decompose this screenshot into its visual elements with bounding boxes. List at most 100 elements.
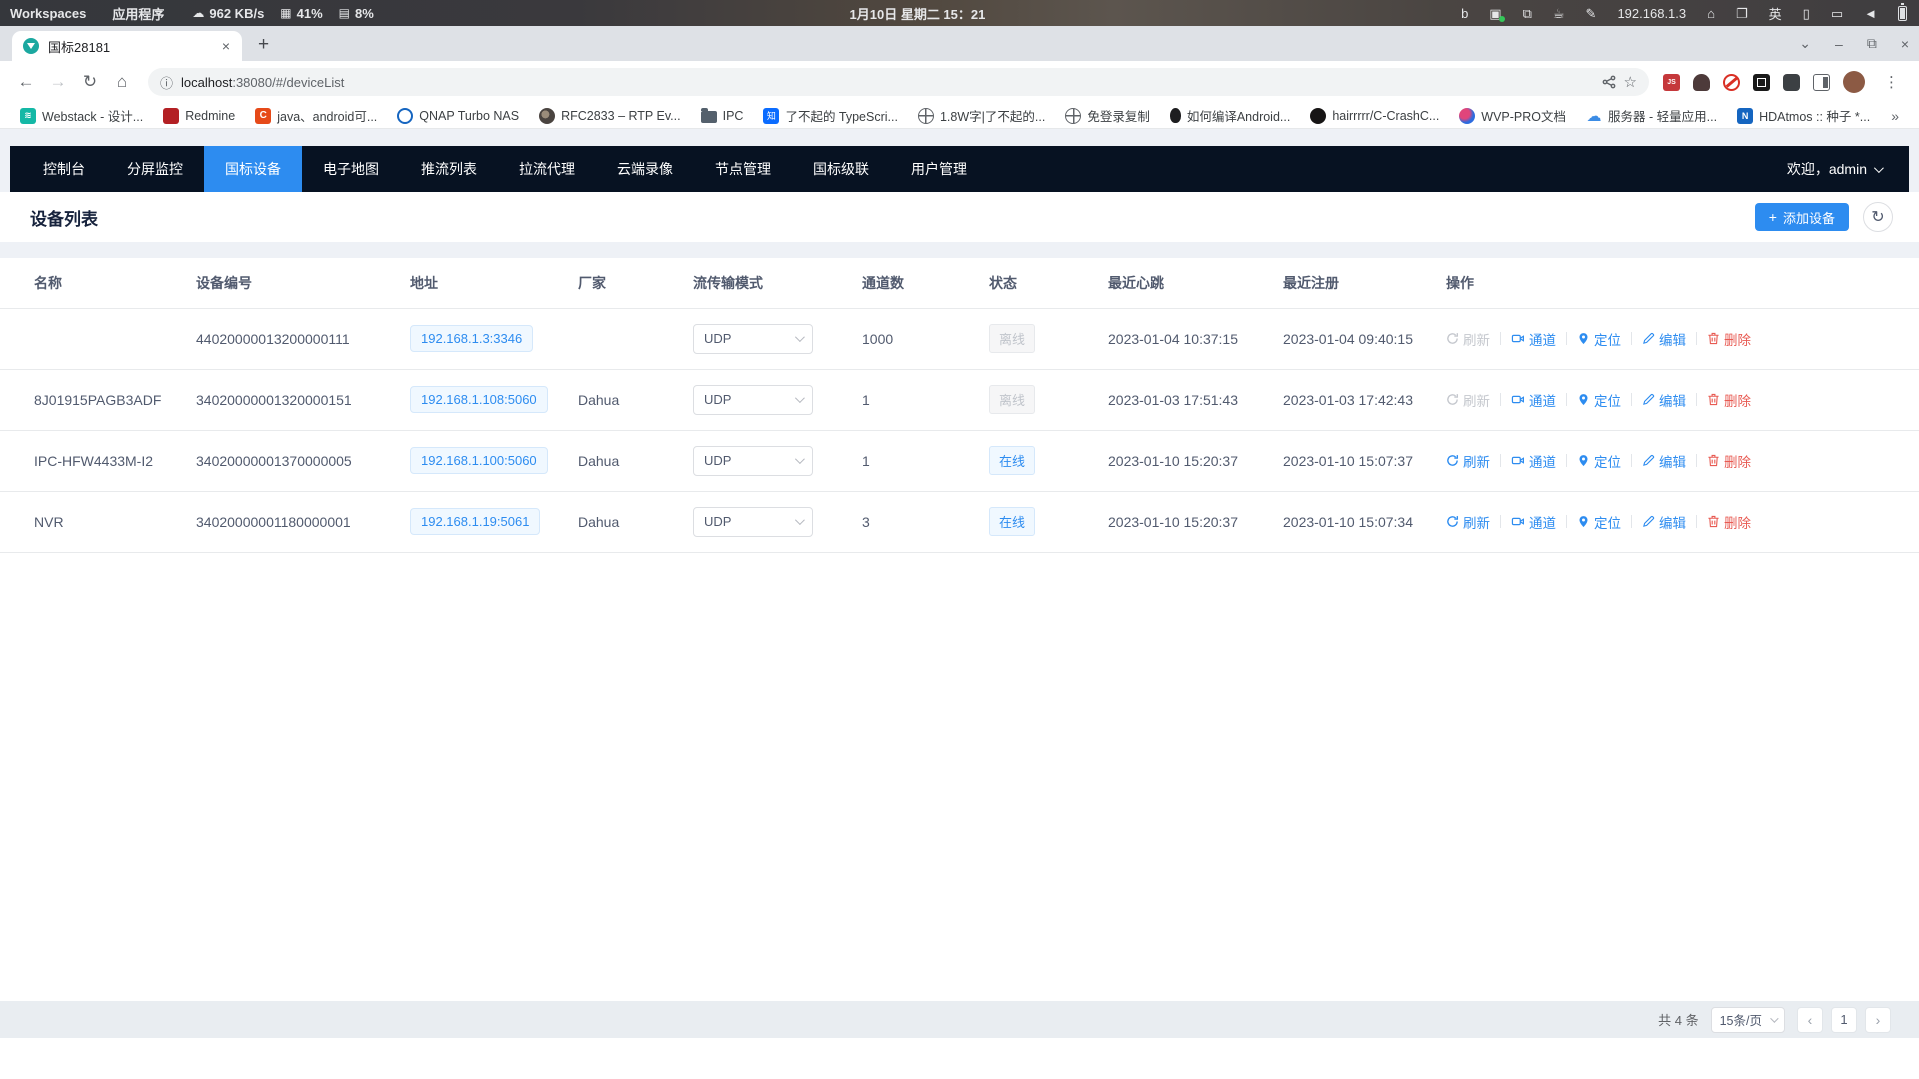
nav-tab[interactable]: 控制台 (22, 146, 106, 192)
extension-icon[interactable] (1813, 74, 1830, 91)
url-text[interactable]: localhost:38080/#/deviceList (181, 75, 1594, 90)
nav-tab[interactable]: 用户管理 (890, 146, 988, 192)
extension-icon[interactable] (1693, 74, 1710, 91)
nav-tab[interactable]: 电子地图 (302, 146, 400, 192)
window-control-button[interactable]: ⧉ (1867, 35, 1877, 52)
nav-tab[interactable]: 国标级联 (792, 146, 890, 192)
row-refresh-button[interactable]: 刷新 (1446, 329, 1490, 349)
applications-menu[interactable]: 应用程序 (112, 4, 164, 23)
refresh-list-button[interactable]: ↻ (1863, 202, 1893, 232)
bookmark-item[interactable]: C java、android可... (249, 104, 383, 127)
row-edit-button[interactable]: 编辑 (1642, 512, 1686, 532)
page-size-select[interactable]: 15条/页 (1711, 1007, 1785, 1033)
window-control-button[interactable]: × (1901, 36, 1909, 52)
address-bar[interactable]: ⓘ localhost:38080/#/deviceList ☆ (148, 68, 1649, 96)
row-delete-button[interactable]: 删除 (1707, 390, 1751, 410)
bookmark-item[interactable]: WVP-PRO文档 (1453, 104, 1572, 127)
address-pill[interactable]: 192.168.1.100:5060 (410, 447, 548, 474)
tab-close-icon[interactable]: × (218, 37, 234, 55)
extension-icon[interactable] (1723, 74, 1740, 91)
row-delete-button[interactable]: 删除 (1707, 451, 1751, 471)
battery-icon[interactable] (1898, 6, 1907, 21)
bookmark-item[interactable]: 免登录复制 (1059, 104, 1156, 127)
home-icon[interactable]: ⌂ (1707, 7, 1715, 20)
row-refresh-button[interactable]: 刷新 (1446, 451, 1490, 471)
bookmark-item[interactable]: Redmine (157, 106, 241, 126)
speaker-icon[interactable]: ◄ (1864, 7, 1877, 20)
row-channels-button[interactable]: 通道 (1511, 390, 1556, 410)
screenshot-icon[interactable]: ▣ (1489, 7, 1501, 20)
bing-icon[interactable]: b (1461, 7, 1468, 20)
address-pill[interactable]: 192.168.1.108:5060 (410, 386, 548, 413)
row-edit-button[interactable]: 编辑 (1642, 451, 1686, 471)
bookmark-item[interactable]: hairrrrr/C-CrashC... (1304, 106, 1445, 126)
bookmark-item[interactable]: QNAP Turbo NAS (391, 106, 525, 126)
extension-icon[interactable] (1753, 74, 1770, 91)
site-info-icon[interactable]: ⓘ (160, 73, 173, 92)
bookmarks-overflow-icon[interactable]: » (1885, 108, 1905, 124)
nav-tab[interactable]: 分屏监控 (106, 146, 204, 192)
nav-tab[interactable]: 国标设备 (204, 146, 302, 192)
row-delete-button[interactable]: 删除 (1707, 512, 1751, 532)
bookmark-item[interactable]: RFC2833 – RTP Ev... (533, 106, 687, 126)
bookmark-star-icon[interactable]: ☆ (1624, 73, 1637, 91)
extension-icon[interactable]: JS (1663, 74, 1680, 91)
add-device-button[interactable]: + 添加设备 (1755, 203, 1849, 231)
bookmark-item[interactable]: 知 了不起的 TypeScri... (757, 104, 904, 127)
row-delete-button[interactable]: 删除 (1707, 329, 1751, 349)
user-menu[interactable]: 欢迎，admin (1787, 159, 1909, 179)
row-locate-button[interactable]: 定位 (1577, 512, 1621, 532)
coffee-icon[interactable]: ☕ (1553, 7, 1565, 20)
prev-page-button[interactable]: ‹ (1797, 1007, 1823, 1033)
phone-link-icon[interactable]: ▯ (1803, 7, 1810, 20)
workspaces-button[interactable]: Workspaces (10, 6, 86, 21)
stream-mode-select[interactable]: UDP (693, 385, 813, 415)
window-control-button[interactable]: ⌄ (1799, 35, 1811, 52)
address-pill[interactable]: 192.168.1.19:5061 (410, 508, 540, 535)
browser-menu-icon[interactable]: ⋮ (1878, 73, 1905, 91)
bookmark-item[interactable]: ≋ Webstack - 设计... (14, 104, 149, 127)
next-page-button[interactable]: › (1865, 1007, 1891, 1033)
row-edit-button[interactable]: 编辑 (1642, 390, 1686, 410)
browser-home-button[interactable]: ⌂ (108, 72, 136, 92)
color-picker-icon[interactable]: ✎ (1586, 7, 1597, 20)
reload-button[interactable]: ↻ (76, 72, 104, 92)
forward-button[interactable]: → (44, 72, 72, 92)
row-refresh-button[interactable]: 刷新 (1446, 390, 1490, 410)
bookmark-item[interactable]: 1.8W字|了不起的... (912, 104, 1051, 127)
row-channels-button[interactable]: 通道 (1511, 512, 1556, 532)
extension-icon[interactable] (1843, 71, 1865, 93)
row-locate-button[interactable]: 定位 (1577, 390, 1621, 410)
bookmark-item[interactable]: 如何编译Android... (1164, 104, 1297, 127)
bookmark-item[interactable]: ☁ 服务器 - 轻量应用... (1580, 104, 1723, 127)
back-button[interactable]: ← (12, 72, 40, 92)
bookmark-item[interactable]: N HDAtmos :: 种子 *... (1731, 104, 1876, 127)
display-icon[interactable]: ▭ (1831, 7, 1843, 20)
extension-icon[interactable] (1783, 74, 1800, 91)
input-method-indicator[interactable]: 英 (1769, 4, 1782, 23)
clock[interactable]: 1月10日 星期二 15：21 (374, 4, 1461, 23)
ip-address[interactable]: 192.168.1.3 (1617, 6, 1686, 21)
window-control-button[interactable]: – (1835, 36, 1843, 52)
stream-mode-select[interactable]: UDP (693, 324, 813, 354)
nav-tab[interactable]: 节点管理 (694, 146, 792, 192)
clipboard-icon[interactable]: ⧉ (1523, 7, 1532, 20)
row-locate-button[interactable]: 定位 (1577, 329, 1621, 349)
address-pill[interactable]: 192.168.1.3:3346 (410, 325, 533, 352)
row-locate-button[interactable]: 定位 (1577, 451, 1621, 471)
row-channels-button[interactable]: 通道 (1511, 329, 1556, 349)
windows-icon[interactable]: ❐ (1736, 7, 1748, 20)
bookmark-item[interactable]: IPC (695, 106, 750, 125)
stream-mode-select[interactable]: UDP (693, 507, 813, 537)
row-refresh-button[interactable]: 刷新 (1446, 512, 1490, 532)
row-channels-button[interactable]: 通道 (1511, 451, 1556, 471)
browser-tab[interactable]: 国标28181 × (12, 31, 242, 61)
nav-tab[interactable]: 推流列表 (400, 146, 498, 192)
row-edit-button[interactable]: 编辑 (1642, 329, 1686, 349)
nav-tab[interactable]: 云端录像 (596, 146, 694, 192)
current-page-button[interactable]: 1 (1831, 1007, 1857, 1033)
new-tab-button[interactable]: + (252, 34, 275, 56)
nav-tab[interactable]: 拉流代理 (498, 146, 596, 192)
stream-mode-select[interactable]: UDP (693, 446, 813, 476)
share-icon[interactable] (1602, 75, 1616, 89)
